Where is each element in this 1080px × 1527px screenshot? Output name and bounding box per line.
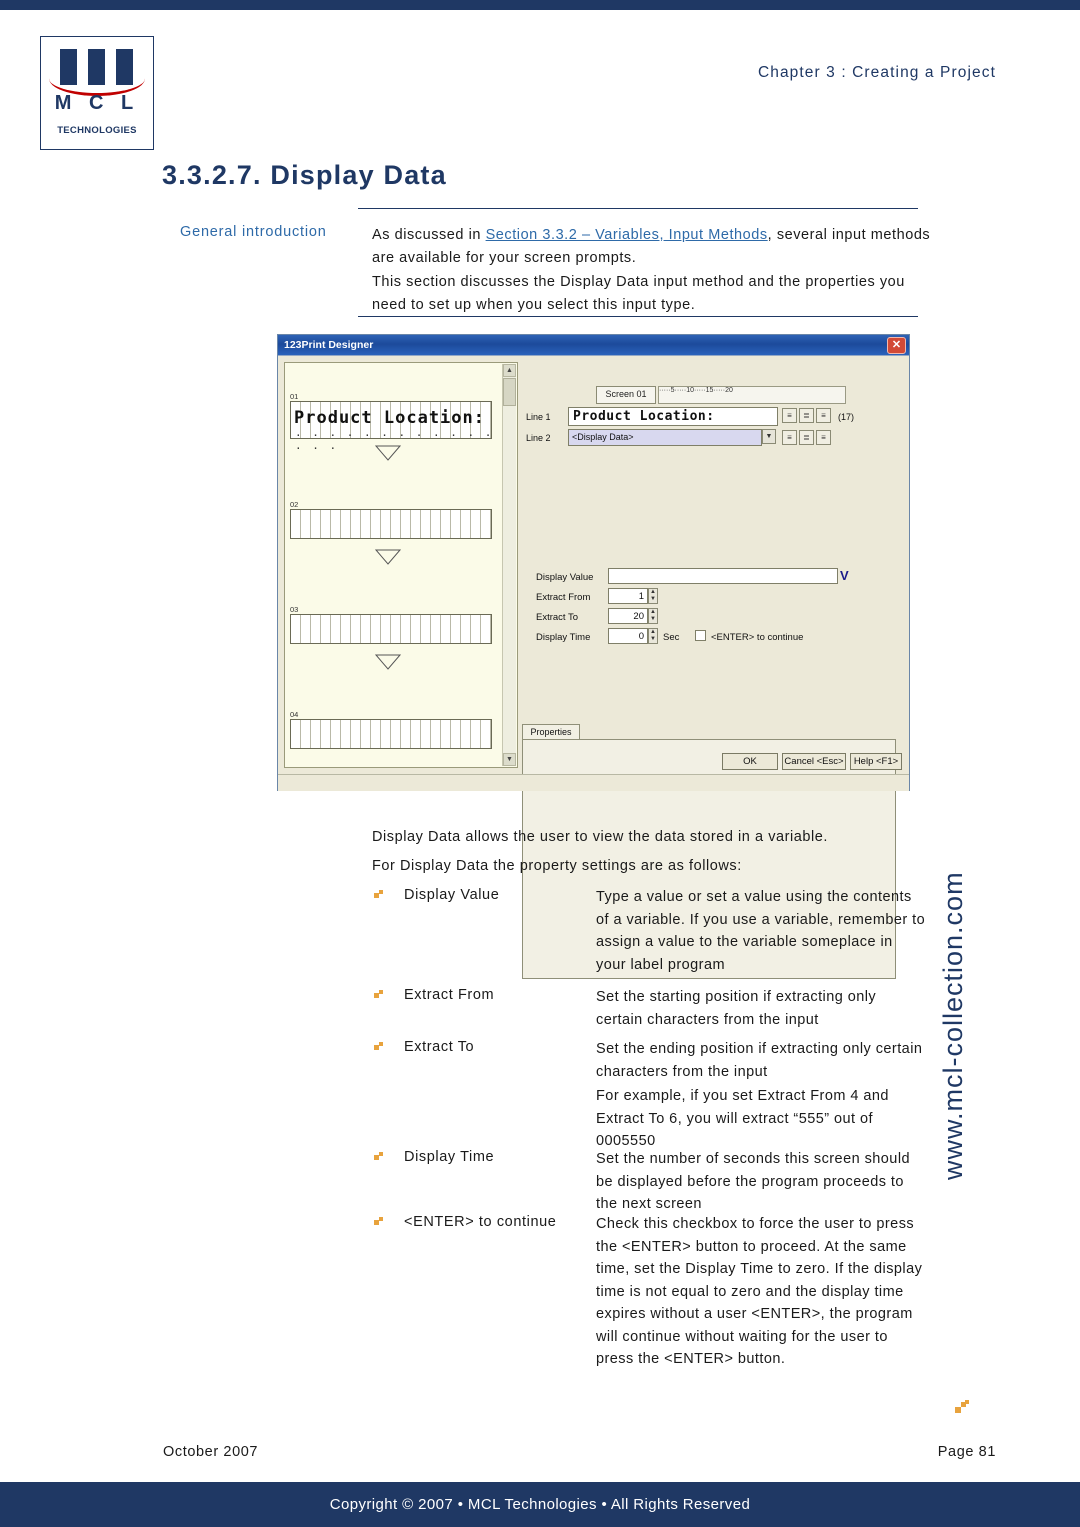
app-title-text: 123Print Designer xyxy=(284,339,374,351)
design-row-03[interactable] xyxy=(290,614,492,644)
general-introduction-label: General introduction xyxy=(180,224,327,240)
extract-from-stepper[interactable]: ▲ ▼ xyxy=(648,588,658,604)
flow-arrow-icon-1 xyxy=(375,445,401,461)
scroll-thumb[interactable] xyxy=(503,378,516,406)
property-desc-enter-to-continue: Check this checkbox to force the user to… xyxy=(596,1216,923,1367)
property-desc-display-value: Type a value or set a value using the co… xyxy=(596,889,926,973)
line1-char-count: (17) xyxy=(838,412,855,422)
logo-mcl-text: M C L xyxy=(54,92,140,114)
line2-label: Line 2 xyxy=(526,433,551,443)
watermark-mark-icon xyxy=(955,1400,969,1414)
line2-input[interactable]: <Display Data> xyxy=(568,429,762,446)
line1-input[interactable]: Product Location: xyxy=(568,407,778,426)
property-term-extract-from: Extract From xyxy=(404,987,495,1003)
display-time-unit: Sec xyxy=(663,632,680,643)
section-link[interactable]: Section 3.3.2 – Variables, Input Methods xyxy=(486,227,768,243)
property-term-extract-to: Extract To xyxy=(404,1039,475,1055)
design-row-04[interactable] xyxy=(290,719,492,749)
app-statusbar xyxy=(278,774,909,791)
logo-technologies-text: TECHNOLOGIES xyxy=(57,125,137,136)
design-prompt-text: Product Location: xyxy=(294,408,485,428)
footer-bar: Copyright © 2007 • MCL Technologies • Al… xyxy=(0,1482,1080,1527)
watermark-text: www.mcl-collection.com xyxy=(938,871,968,1180)
display-value-input[interactable] xyxy=(608,568,838,584)
footer-page-number: Page 81 xyxy=(937,1444,996,1460)
divider-top xyxy=(358,208,918,209)
line1-label: Line 1 xyxy=(526,412,551,422)
scroll-up-icon[interactable]: ▲ xyxy=(503,364,516,377)
ruler: ·····5·····10·····15·····20 xyxy=(658,386,846,404)
page-title: 3.3.2.7. Display Data xyxy=(162,160,447,190)
chapter-header: Chapter 3 : Creating a Project xyxy=(757,64,996,81)
extract-from-label: Extract From xyxy=(536,592,591,603)
property-desc-example: For example, if you set Extract From 4 a… xyxy=(596,1088,889,1149)
tab-properties[interactable]: Properties xyxy=(522,724,580,740)
extract-to-label: Extract To xyxy=(536,612,579,623)
align-left-icon-line1[interactable]: ≡ xyxy=(782,408,797,423)
property-desc-extract-from: Set the starting position if extracting … xyxy=(596,989,877,1028)
display-time-input[interactable]: 0 xyxy=(608,628,648,644)
copyright-text: Copyright © 2007 • MCL Technologies • Al… xyxy=(329,1496,751,1513)
scroll-down-icon[interactable]: ▼ xyxy=(503,753,516,766)
property-term-display-time: Display Time xyxy=(404,1149,495,1165)
bullet-icon-3 xyxy=(374,1042,383,1051)
chevron-down-icon-line2[interactable]: ▼ xyxy=(762,429,776,444)
top-accent-bar xyxy=(0,0,1080,10)
design-label-04: 04 xyxy=(290,710,299,719)
enter-to-continue-checkbox[interactable] xyxy=(695,630,706,641)
flow-arrow-icon-3 xyxy=(375,654,401,670)
align-center-icon-line2[interactable]: ≣ xyxy=(799,430,814,445)
ok-button[interactable]: OK xyxy=(722,753,778,770)
app-screenshot: 123Print Designer ✕ 01 Product Location:… xyxy=(277,334,910,979)
display-value-dropdown-icon[interactable]: V xyxy=(840,568,849,583)
bullet-icon-5 xyxy=(374,1217,383,1226)
app-titlebar: 123Print Designer ✕ xyxy=(278,335,909,355)
screen-tab[interactable]: Screen 01 xyxy=(596,386,656,404)
property-desc-display-time: Set the number of seconds this screen sh… xyxy=(596,1151,910,1212)
app-body: 01 Product Location: · · · · · · · · · ·… xyxy=(278,355,909,979)
bullet-icon-1 xyxy=(374,890,383,899)
align-right-icon-line2[interactable]: ≡ xyxy=(816,430,831,445)
extract-to-stepper[interactable]: ▲ ▼ xyxy=(648,608,658,624)
body-intro-1: Display Data allows the user to view the… xyxy=(372,829,828,845)
divider-bottom xyxy=(358,316,918,317)
property-term-enter-to-continue: <ENTER> to continue xyxy=(404,1214,557,1230)
design-label-01: 01 xyxy=(290,392,299,401)
design-label-03: 03 xyxy=(290,605,299,614)
design-scrollbar[interactable]: ▲ ▼ xyxy=(502,364,516,766)
design-pane: 01 Product Location: · · · · · · · · · ·… xyxy=(284,362,518,768)
close-icon[interactable]: ✕ xyxy=(887,337,906,354)
display-time-stepper[interactable]: ▲ ▼ xyxy=(648,628,658,644)
bullet-icon-4 xyxy=(374,1152,383,1161)
extract-from-input[interactable]: 1 xyxy=(608,588,648,604)
document-page: M C L TECHNOLOGIES Chapter 3 : Creating … xyxy=(0,0,1080,1527)
align-right-icon-line1[interactable]: ≡ xyxy=(816,408,831,423)
align-left-icon-line2[interactable]: ≡ xyxy=(782,430,797,445)
body-intro-2: For Display Data the property settings a… xyxy=(372,858,742,874)
property-term-display-value: Display Value xyxy=(404,887,500,903)
align-center-icon-line1[interactable]: ≣ xyxy=(799,408,814,423)
property-desc-extract-to: Set the ending position if extracting on… xyxy=(596,1041,923,1080)
display-value-label: Display Value xyxy=(536,572,594,583)
extract-to-input[interactable]: 20 xyxy=(608,608,648,624)
display-time-label: Display Time xyxy=(536,632,591,643)
bullet-icon-2 xyxy=(374,990,383,999)
intro-paragraph-1: As discussed in Section 3.3.2 – Variable… xyxy=(372,224,932,269)
design-dot-row: · · · · · · · · · · · · · · · · xyxy=(295,429,511,455)
flow-arrow-icon-2 xyxy=(375,549,401,565)
cancel-button[interactable]: Cancel <Esc> xyxy=(782,753,846,770)
help-button[interactable]: Help <F1> xyxy=(850,753,902,770)
design-label-02: 02 xyxy=(290,500,299,509)
design-row-02[interactable] xyxy=(290,509,492,539)
intro-prefix: As discussed in xyxy=(372,227,486,243)
intro-paragraph-2: This section discusses the Display Data … xyxy=(372,274,905,313)
footer-date: October 2007 xyxy=(163,1444,259,1460)
mcl-logo: M C L TECHNOLOGIES xyxy=(40,36,154,150)
enter-to-continue-label: <ENTER> to continue xyxy=(711,632,804,643)
